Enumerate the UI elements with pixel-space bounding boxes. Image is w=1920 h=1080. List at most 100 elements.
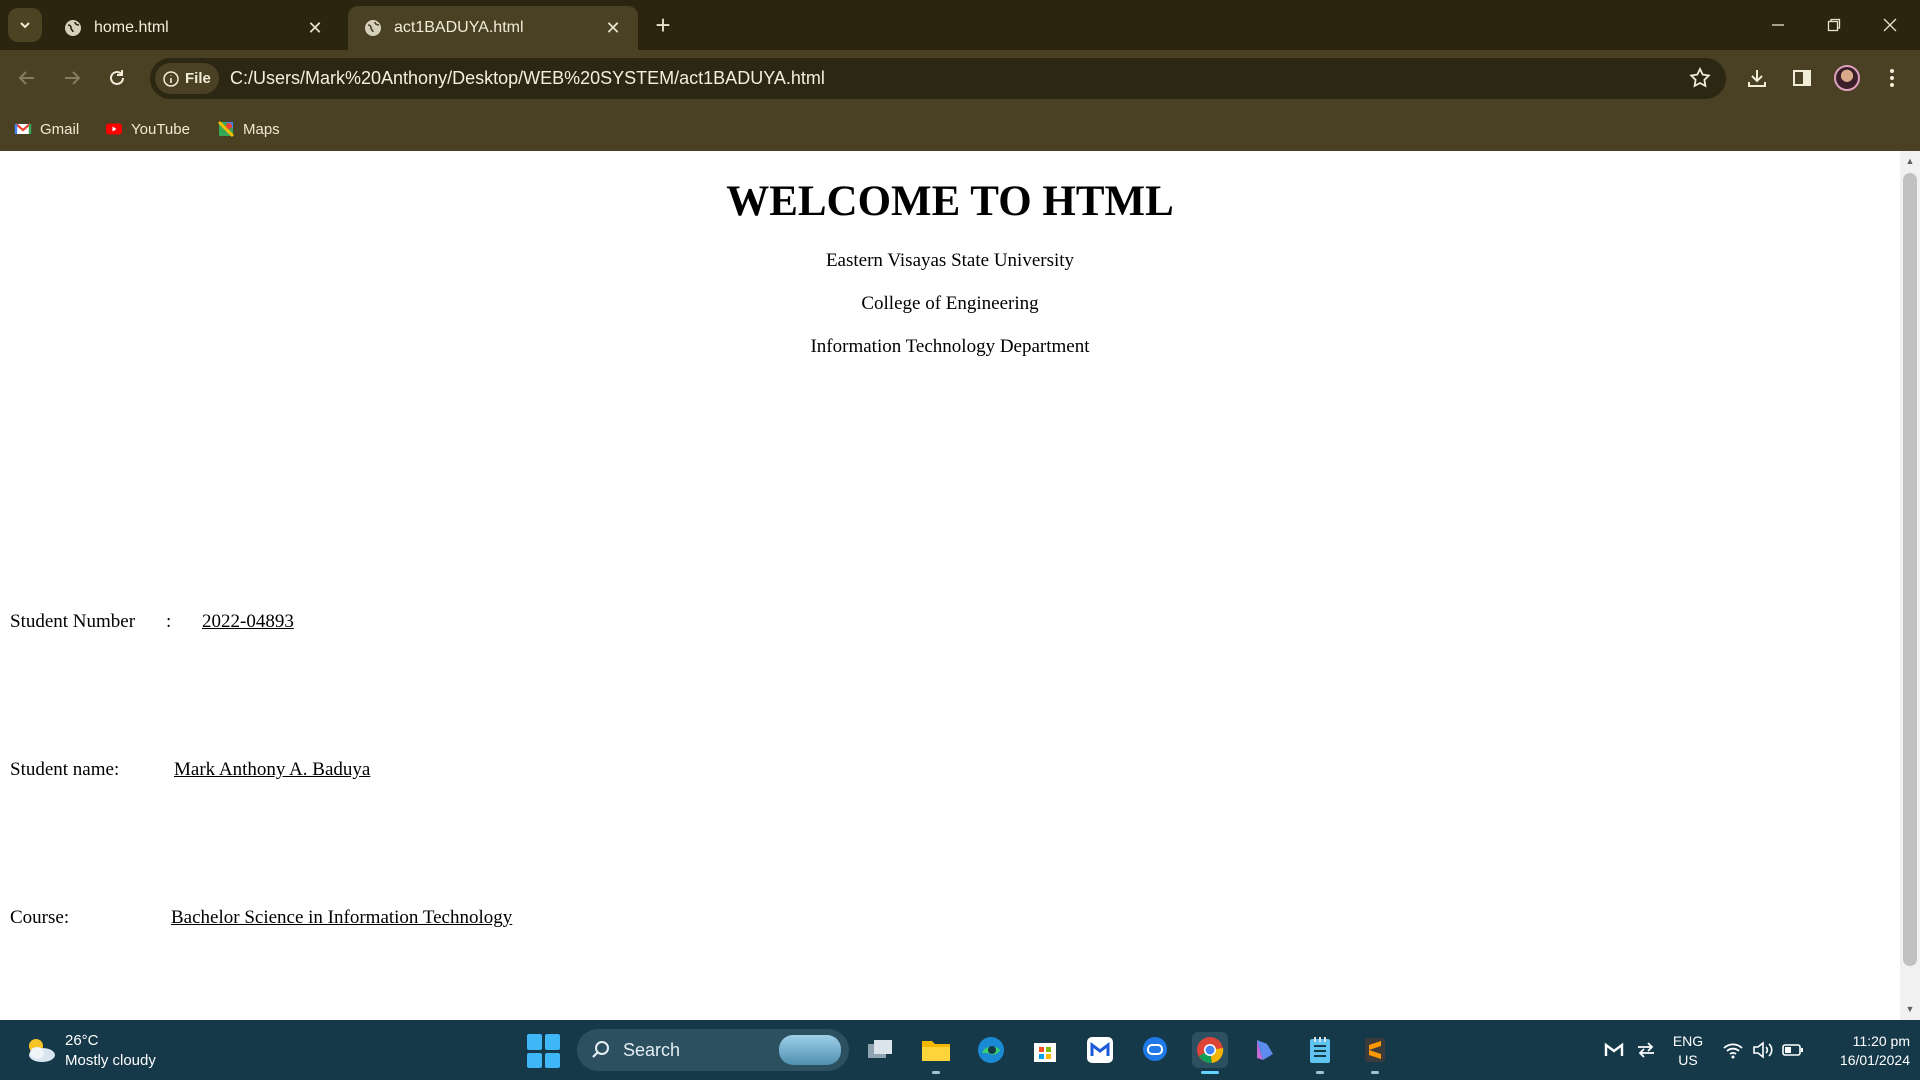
menu-button[interactable] bbox=[1876, 62, 1908, 94]
tray-volume[interactable] bbox=[1750, 1038, 1776, 1062]
tray-wifi[interactable] bbox=[1720, 1038, 1746, 1062]
globe-icon bbox=[365, 20, 381, 36]
student-number-label: Student Number bbox=[10, 611, 136, 632]
close-icon bbox=[1883, 18, 1897, 32]
profile-button[interactable] bbox=[1831, 62, 1863, 94]
youtube-icon bbox=[106, 123, 122, 135]
back-button[interactable] bbox=[9, 60, 45, 96]
forward-button[interactable] bbox=[54, 60, 90, 96]
search-highlight-image bbox=[779, 1035, 841, 1065]
download-icon bbox=[1748, 70, 1766, 87]
site-info-chip[interactable]: File bbox=[155, 63, 219, 94]
taskbar-store[interactable] bbox=[1027, 1032, 1063, 1068]
reload-button[interactable] bbox=[99, 60, 135, 96]
taskbar-file-explorer[interactable] bbox=[918, 1032, 954, 1074]
tray-sync[interactable] bbox=[1632, 1038, 1660, 1062]
tab-label: home.html bbox=[94, 19, 169, 36]
windows-taskbar: 26°C Mostly cloudy Search ENG US 11:20 p… bbox=[0, 1020, 1920, 1080]
taskbar-gmail-app[interactable] bbox=[1082, 1032, 1118, 1068]
chrome-icon bbox=[1197, 1037, 1224, 1064]
address-bar[interactable]: File C:/Users/Mark%20Anthony/Desktop/WEB… bbox=[150, 58, 1726, 99]
clock-date: 16/01/2024 bbox=[1839, 1052, 1910, 1068]
taskbar-copilot[interactable] bbox=[1247, 1032, 1283, 1068]
close-tab-icon[interactable]: ✕ bbox=[602, 17, 624, 39]
tab-label: act1BADUYA.html bbox=[394, 19, 524, 36]
student-name-value: Mark Anthony A. Baduya bbox=[174, 759, 371, 780]
region-code: US bbox=[1678, 1052, 1698, 1068]
college-line: College of Engineering bbox=[861, 293, 1039, 314]
side-panel-icon bbox=[1793, 70, 1811, 86]
restore-button[interactable] bbox=[1806, 0, 1862, 50]
app-running-indicator bbox=[1371, 1071, 1379, 1074]
gmail-icon bbox=[14, 123, 32, 134]
windows-logo-pane bbox=[545, 1052, 560, 1068]
taskbar-edge[interactable] bbox=[973, 1032, 1009, 1068]
course-label: Course: bbox=[10, 907, 70, 928]
bookmark-maps[interactable]: Maps bbox=[217, 117, 280, 141]
bookmark-label: Gmail bbox=[40, 120, 80, 138]
bookmark-gmail[interactable]: Gmail bbox=[14, 117, 79, 141]
page-viewport: WELCOME TO HTML Eastern Visayas State Un… bbox=[0, 151, 1900, 1020]
arrow-left-icon bbox=[18, 71, 34, 85]
taskbar-notepad[interactable] bbox=[1302, 1032, 1338, 1074]
bookmark-star-icon[interactable] bbox=[1688, 66, 1712, 90]
globe-icon bbox=[65, 20, 81, 36]
taskbar-task-view[interactable] bbox=[862, 1032, 898, 1068]
bookmark-youtube[interactable]: YouTube bbox=[105, 117, 190, 141]
tray-battery[interactable] bbox=[1780, 1038, 1806, 1062]
taskbar-sublime-text[interactable] bbox=[1357, 1032, 1393, 1074]
scrollbar-thumb[interactable] bbox=[1903, 173, 1917, 966]
student-number-value: 2022-04893 bbox=[202, 611, 294, 632]
search-icon bbox=[592, 1041, 609, 1058]
taskbar-search[interactable]: Search bbox=[577, 1029, 849, 1071]
arrow-right-icon bbox=[65, 71, 81, 85]
chevron-down-icon bbox=[20, 22, 30, 29]
taskbar-chrome[interactable] bbox=[1192, 1032, 1228, 1074]
bookmarks-bar: Gmail YouTube Maps bbox=[0, 107, 1920, 151]
taskbar-messenger[interactable] bbox=[1137, 1032, 1173, 1068]
restore-icon bbox=[1827, 18, 1841, 32]
gmail-app-icon bbox=[1087, 1037, 1113, 1063]
start-button[interactable] bbox=[527, 1034, 561, 1068]
info-icon bbox=[163, 70, 179, 87]
tab-act1baduya[interactable]: act1BADUYA.html ✕ bbox=[348, 6, 638, 50]
app-running-indicator bbox=[1316, 1071, 1324, 1074]
sync-arrows-icon bbox=[1638, 1042, 1654, 1058]
search-placeholder: Search bbox=[623, 1039, 681, 1060]
bookmark-label: Maps bbox=[243, 120, 280, 138]
copilot-icon bbox=[1257, 1040, 1273, 1060]
minimize-button[interactable] bbox=[1750, 0, 1806, 50]
task-view-icon bbox=[868, 1040, 892, 1058]
input-language[interactable]: ENG US bbox=[1670, 1032, 1706, 1070]
cloudy-weather-icon bbox=[29, 1039, 55, 1062]
system-clock[interactable]: 11:20 pm 16/01/2024 bbox=[1814, 1032, 1910, 1070]
bookmark-label: YouTube bbox=[131, 120, 190, 138]
tab-home[interactable]: home.html ✕ bbox=[48, 6, 340, 50]
scroll-down-arrow-icon[interactable]: ▼ bbox=[1904, 1004, 1916, 1014]
app-running-indicator bbox=[932, 1071, 940, 1074]
tray-gmail[interactable] bbox=[1600, 1038, 1628, 1062]
notepad-icon bbox=[1310, 1037, 1330, 1063]
student-name-label: Student name: bbox=[10, 759, 120, 780]
page-title: WELCOME TO HTML bbox=[726, 178, 1174, 225]
url-text[interactable]: C:/Users/Mark%20Anthony/Desktop/WEB%20SY… bbox=[230, 68, 825, 89]
more-vertical-icon bbox=[1890, 69, 1894, 87]
downloads-button[interactable] bbox=[1741, 62, 1773, 94]
close-window-button[interactable] bbox=[1862, 0, 1918, 50]
language-code: ENG bbox=[1672, 1033, 1704, 1049]
sublime-text-icon bbox=[1365, 1038, 1385, 1062]
scroll-up-arrow-icon[interactable]: ▲ bbox=[1904, 156, 1916, 166]
edge-icon bbox=[978, 1037, 1004, 1063]
windows-logo-icon bbox=[527, 1034, 542, 1050]
close-tab-icon[interactable]: ✕ bbox=[304, 17, 326, 39]
side-panel-button[interactable] bbox=[1786, 62, 1818, 94]
new-tab-button[interactable]: + bbox=[648, 10, 678, 40]
folder-icon bbox=[922, 1041, 950, 1061]
minimize-icon bbox=[1772, 24, 1784, 26]
weather-temperature: 26°C bbox=[65, 1032, 99, 1049]
battery-icon bbox=[1782, 1044, 1803, 1056]
avatar bbox=[1834, 65, 1860, 91]
weather-widget[interactable]: 26°C Mostly cloudy bbox=[20, 1032, 220, 1072]
tab-search-button[interactable] bbox=[8, 8, 42, 42]
course-value: Bachelor Science in Information Technolo… bbox=[171, 907, 513, 928]
